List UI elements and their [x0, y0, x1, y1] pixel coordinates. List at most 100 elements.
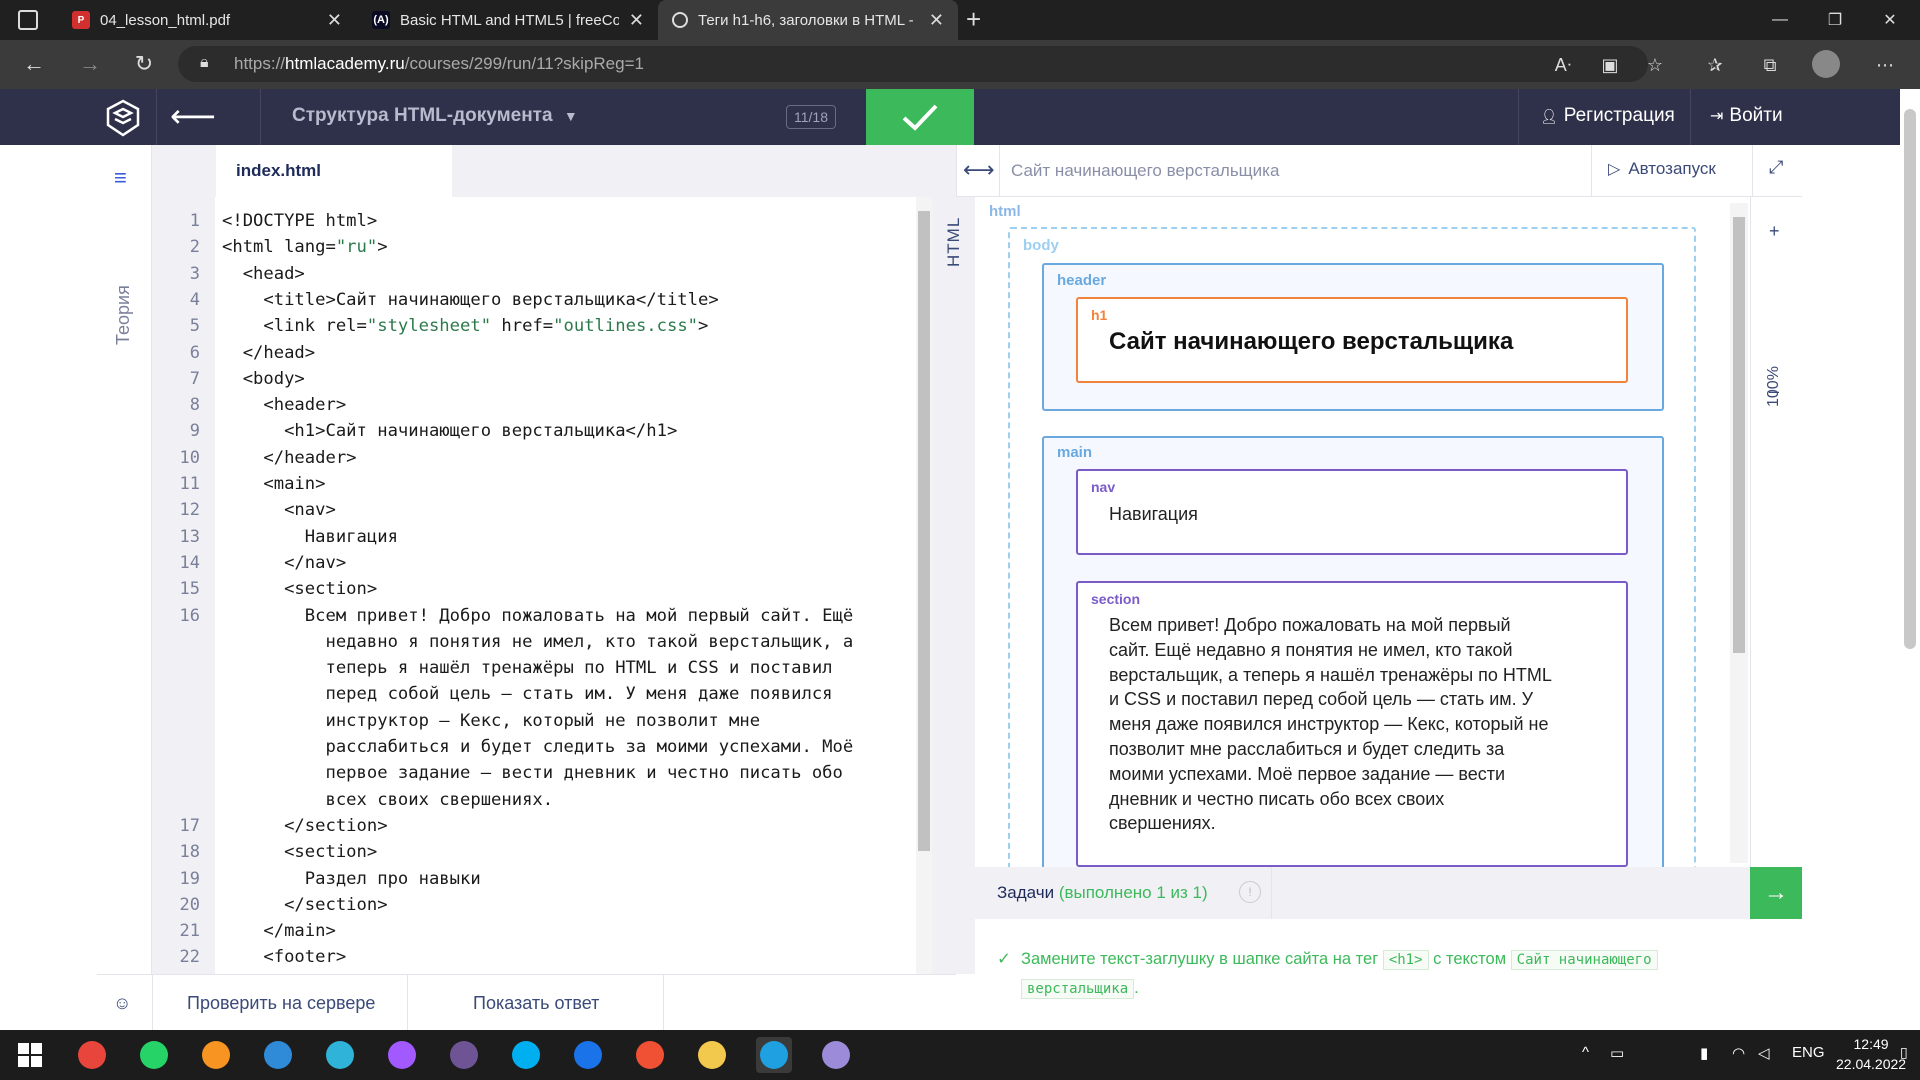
- code-line[interactable]: Раздел про навыки: [222, 869, 481, 889]
- vscode-icon[interactable]: [260, 1037, 296, 1073]
- code-line[interactable]: <link rel="stylesheet" href="outlines.cs…: [222, 316, 708, 336]
- code-line[interactable]: <head>: [222, 264, 305, 284]
- zoom-out-button[interactable]: –: [1769, 381, 1779, 402]
- chevron-up-icon[interactable]: ^: [1582, 1044, 1589, 1061]
- language-indicator[interactable]: ENG: [1792, 1044, 1825, 1061]
- start-icon[interactable]: [12, 1037, 48, 1073]
- browser-tab-htmlacademy[interactable]: Теги h1-h6, заголовки в HTML - ✕: [658, 0, 958, 40]
- reader-view-icon[interactable]: ▣: [1595, 50, 1625, 80]
- minimize-button[interactable]: —: [1750, 0, 1810, 40]
- back-icon[interactable]: ←: [16, 48, 52, 80]
- code-line[interactable]: </section>: [222, 816, 388, 836]
- maps-icon[interactable]: [570, 1037, 606, 1073]
- check-button[interactable]: [866, 89, 974, 145]
- browser-tab-pdf[interactable]: P 04_lesson_html.pdf ✕: [58, 0, 356, 40]
- restore-button[interactable]: ❐: [1805, 0, 1865, 40]
- explorer-icon[interactable]: [694, 1037, 730, 1073]
- code-editor[interactable]: 1 2 3 4 5 6 7 8 9 10 11 12 13 14 15 16 17 18 19 20 21 22 <!DO…: [152, 197, 932, 974]
- code-line[interactable]: теперь я нашёл тренажёры по HTML и CSS и…: [222, 658, 832, 678]
- github-icon[interactable]: [446, 1037, 482, 1073]
- favorites-icon[interactable]: ✰: [1700, 50, 1730, 80]
- info-icon[interactable]: !: [1239, 881, 1261, 903]
- network-icon[interactable]: ▭: [1610, 1044, 1624, 1062]
- page-scrollbar[interactable]: [1900, 89, 1920, 1030]
- read-aloud-icon[interactable]: Aᐧ: [1548, 50, 1578, 80]
- chrome-icon[interactable]: [74, 1037, 110, 1073]
- preview-scrollbar[interactable]: [1730, 203, 1748, 863]
- code-line[interactable]: <title>Сайт начинающего верстальщика</ti…: [222, 290, 718, 310]
- code-line[interactable]: недавно я понятия не имел, кто такой вер…: [222, 632, 853, 652]
- forward-icon[interactable]: →: [72, 48, 108, 80]
- page-scroll-thumb[interactable]: [1904, 109, 1916, 649]
- back-arrow-icon[interactable]: ⟵: [170, 100, 240, 133]
- paint-icon[interactable]: [818, 1037, 854, 1073]
- new-tab-button[interactable]: +: [966, 4, 981, 35]
- code-line[interactable]: первое задание — вести дневник и честно …: [222, 763, 842, 783]
- code-line[interactable]: <header>: [222, 395, 346, 415]
- code-line[interactable]: <section>: [222, 579, 377, 599]
- autorun-toggle[interactable]: ▷ Автозапуск: [1608, 159, 1716, 179]
- sublime-icon[interactable]: [198, 1037, 234, 1073]
- figma-icon[interactable]: [384, 1037, 420, 1073]
- volume-icon[interactable]: ◁: [1758, 1044, 1770, 1062]
- reload-icon[interactable]: ↻: [126, 48, 162, 80]
- htmlacademy-logo[interactable]: [104, 99, 142, 137]
- url-input[interactable]: 🔒︎ https://htmlacademy.ru/courses/299/ru…: [178, 46, 1648, 82]
- zoom-in-button[interactable]: +: [1769, 221, 1780, 242]
- close-window-button[interactable]: ✕: [1860, 0, 1920, 40]
- wifi-icon[interactable]: ◠: [1732, 1044, 1745, 1062]
- code-line[interactable]: </main>: [222, 921, 335, 941]
- login-button[interactable]: ⇥ Войти: [1710, 105, 1783, 127]
- course-title[interactable]: Структура HTML-документа ▼: [292, 105, 578, 127]
- check-on-server-button[interactable]: Проверить на сервере: [187, 975, 375, 1030]
- browser-tab-freecodecamp[interactable]: (A) Basic HTML and HTML5 | freeCo ✕: [358, 0, 658, 40]
- code-line[interactable]: </nav>: [222, 553, 346, 573]
- whatsapp-icon[interactable]: [136, 1037, 172, 1073]
- preview-scroll-thumb[interactable]: [1733, 217, 1745, 653]
- code-line[interactable]: <html lang="ru">: [222, 237, 388, 257]
- fullscreen-icon[interactable]: ⤢: [1769, 157, 1783, 178]
- file-tab-index[interactable]: index.html: [216, 145, 452, 197]
- code-line[interactable]: </section>: [222, 895, 388, 915]
- battery-icon[interactable]: ▮: [1700, 1044, 1708, 1062]
- code-line[interactable]: Навигация: [222, 527, 398, 547]
- notification-icon[interactable]: ▯: [1900, 1044, 1908, 1061]
- editor-scroll-thumb[interactable]: [918, 211, 930, 851]
- more-icon[interactable]: ⋯: [1870, 50, 1900, 80]
- theory-tab[interactable]: Теория: [113, 225, 134, 345]
- skype-icon[interactable]: [508, 1037, 544, 1073]
- close-tab-icon[interactable]: ✕: [629, 10, 644, 31]
- code-line[interactable]: перед собой цель — стать им. У меня даже…: [222, 684, 832, 704]
- code-line[interactable]: <h1>Сайт начинающего верстальщика</h1>: [222, 421, 677, 441]
- preview-divider[interactable]: HTML: [932, 197, 975, 974]
- next-step-button[interactable]: →: [1750, 867, 1802, 919]
- menu-icon[interactable]: ≡: [114, 165, 127, 191]
- clock[interactable]: 12:49 22.04.2022: [1836, 1034, 1906, 1074]
- app-icon[interactable]: [322, 1037, 358, 1073]
- git-icon[interactable]: [632, 1037, 668, 1073]
- code-line[interactable]: <!DOCTYPE html>: [222, 211, 377, 231]
- code-line[interactable]: </head>: [222, 343, 315, 363]
- code-line[interactable]: всех своих свершениях.: [222, 790, 553, 810]
- code-line[interactable]: Всем привет! Добро пожаловать на мой пер…: [222, 606, 853, 626]
- favorite-add-icon[interactable]: ☆: [1640, 50, 1670, 80]
- lock-icon[interactable]: 🔒︎: [200, 54, 209, 72]
- code-line[interactable]: инструктор — Кекс, который не позволит м…: [222, 711, 760, 731]
- bug-report-icon[interactable]: ☺: [113, 975, 131, 1030]
- code-line[interactable]: <main>: [222, 474, 325, 494]
- edge-icon[interactable]: [756, 1037, 792, 1073]
- code-line[interactable]: <footer>: [222, 947, 346, 967]
- close-tab-icon[interactable]: ✕: [327, 10, 342, 31]
- code-line[interactable]: <section>: [222, 842, 377, 862]
- profile-avatar[interactable]: [1812, 50, 1840, 78]
- code-line[interactable]: <nav>: [222, 500, 336, 520]
- code-line[interactable]: расслабиться и будет следить за моими ус…: [222, 737, 853, 757]
- register-button[interactable]: 👤︎ Регистрация: [1540, 105, 1675, 127]
- collections-icon[interactable]: ⧉: [1755, 50, 1785, 80]
- close-tab-icon[interactable]: ✕: [929, 10, 944, 31]
- show-answer-button[interactable]: Показать ответ: [473, 975, 599, 1030]
- tab-actions-icon[interactable]: [18, 10, 38, 30]
- code-line[interactable]: </header>: [222, 448, 356, 468]
- code-line[interactable]: <body>: [222, 369, 305, 389]
- resize-icon[interactable]: ⟷: [963, 157, 995, 183]
